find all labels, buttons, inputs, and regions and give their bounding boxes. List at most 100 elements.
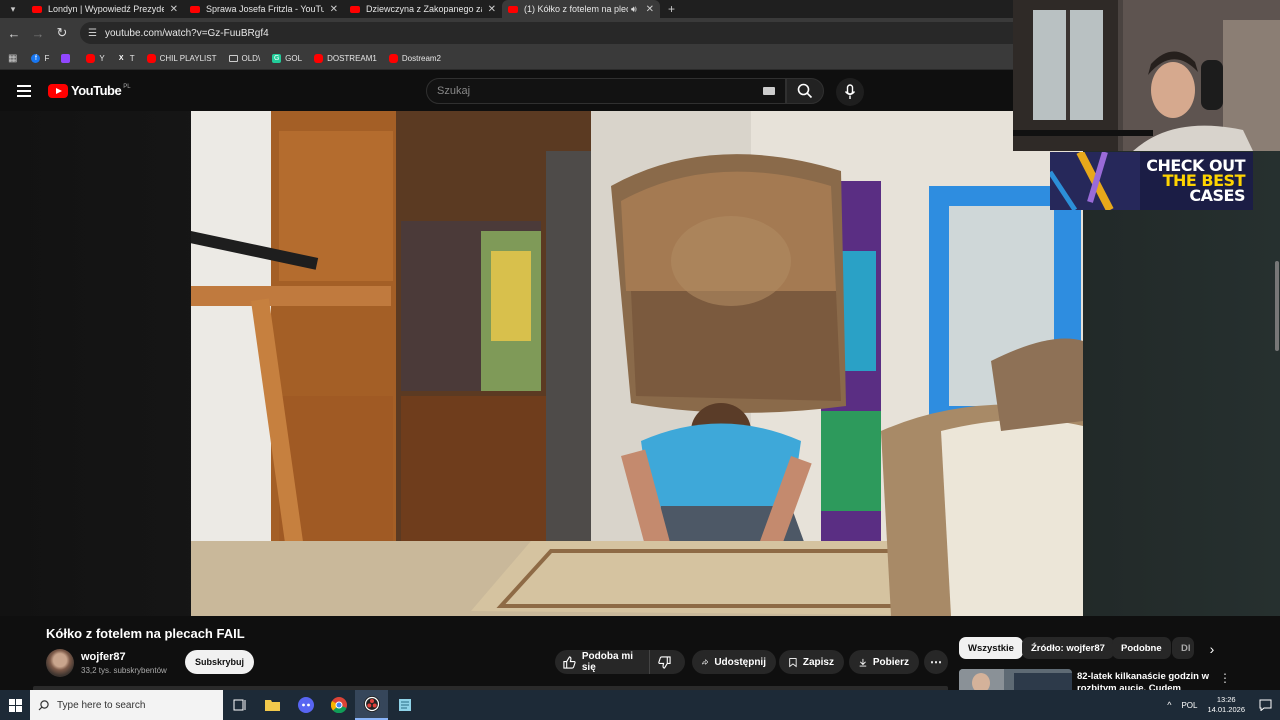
close-icon[interactable]: ✕	[170, 4, 178, 15]
language-indicator[interactable]: POL	[1181, 701, 1197, 710]
youtube-favicon-icon	[190, 5, 200, 13]
speaker-icon[interactable]: 🔊︎	[631, 4, 637, 15]
folder-icon	[265, 700, 280, 711]
bookmark-item[interactable]	[61, 54, 74, 63]
system-tray: ^ POL 13:26 14.01.2026	[1167, 690, 1280, 720]
tab-title: Sprawa Josefa Fritzla - YouTube	[206, 4, 324, 14]
obs-logo-icon	[363, 696, 380, 712]
bookmark-item[interactable]: DOSTREAM1	[314, 54, 377, 63]
chrome-icon[interactable]	[322, 690, 355, 720]
more-actions-icon[interactable]: ⋯	[924, 650, 948, 674]
obs-icon[interactable]	[355, 690, 388, 720]
discord-icon[interactable]	[289, 690, 322, 720]
new-tab-icon[interactable]: +	[668, 2, 675, 16]
tab-title: (1) Kółko z fotelem na plec	[524, 4, 628, 14]
chip-truncated[interactable]: Dl	[1172, 637, 1194, 659]
share-label: Udostępnij	[714, 656, 766, 668]
chevron-right-icon[interactable]: ›	[1203, 640, 1221, 658]
windows-start-icon[interactable]	[0, 690, 30, 720]
site-info-icon[interactable]: ☰	[88, 28, 97, 39]
chip-from-channel[interactable]: Źródło: wojfer87	[1022, 637, 1114, 659]
recommendation-title[interactable]: 82-latek kilkanaście godzin w rozbitym a…	[1077, 671, 1212, 691]
save-label: Zapisz	[802, 656, 834, 668]
youtube-icon	[146, 54, 156, 63]
search-icon	[797, 83, 813, 99]
address-bar[interactable]: ☰ youtube.com/watch?v=Gz-FuuBRgf4	[80, 22, 1090, 44]
bookmark-item[interactable]: CHIL PLAYLIST	[146, 54, 217, 63]
url-text: youtube.com/watch?v=Gz-FuuBRgf4	[104, 27, 269, 39]
screen: ▾ Londyn | Wypowiedź Prezydent ✕ Sprawa …	[0, 0, 1280, 720]
close-icon[interactable]: ✕	[646, 4, 654, 15]
bookmark-label: OLD\	[241, 54, 261, 63]
channel-avatar[interactable]	[46, 649, 74, 677]
tab-search-icon[interactable]: ▾	[0, 0, 26, 18]
bookmark-label: GOL	[285, 54, 303, 63]
video-player[interactable]	[191, 111, 1083, 616]
bookmark-item[interactable]: Dostream2	[388, 54, 441, 63]
notepad-icon[interactable]	[388, 690, 421, 720]
chevron-up-icon[interactable]: ^	[1167, 700, 1171, 710]
more-vert-icon[interactable]: ⋮	[1219, 671, 1231, 685]
search-button[interactable]	[786, 78, 824, 104]
search-input[interactable]: Szukaj	[426, 78, 786, 104]
like-button[interactable]: Podoba mi się	[555, 650, 650, 674]
reload-icon[interactable]: ↻	[50, 21, 74, 45]
youtube-icon	[314, 54, 324, 63]
youtube-icon	[86, 54, 96, 63]
bookmark-item[interactable]: fF	[31, 54, 49, 63]
bookmark-label: CHIL PLAYLIST	[159, 54, 217, 63]
chrome-logo-icon	[330, 697, 347, 713]
forward-arrow-icon[interactable]: →	[26, 21, 50, 45]
youtube-logo[interactable]: YouTube PL	[48, 83, 131, 98]
youtube-favicon-icon	[350, 5, 360, 13]
close-icon[interactable]: ✕	[330, 4, 338, 15]
download-label: Pobierz	[872, 656, 909, 668]
bookmark-label: Dostream2	[401, 54, 441, 63]
close-icon[interactable]: ✕	[488, 4, 496, 15]
page-scrollbar[interactable]	[1275, 261, 1279, 351]
keyboard-icon[interactable]	[763, 87, 775, 95]
clock-date: 14.01.2026	[1207, 705, 1245, 714]
clock[interactable]: 13:26 14.01.2026	[1207, 695, 1245, 715]
dislike-button[interactable]	[650, 655, 685, 669]
x-icon: X	[118, 55, 124, 62]
browser-tab-active[interactable]: (1) Kółko z fotelem na plec 🔊︎ ✕	[502, 0, 660, 18]
subscribe-button[interactable]: Subskrybuj	[185, 650, 254, 674]
download-icon	[859, 658, 867, 667]
thumbnail-image	[959, 669, 1072, 691]
video-title: Kółko z fotelem na plecach FAIL	[46, 626, 245, 641]
voice-search-button[interactable]	[836, 78, 864, 106]
chip-related[interactable]: Podobne	[1112, 637, 1171, 659]
back-arrow-icon[interactable]: ←	[2, 21, 26, 45]
share-button[interactable]: Udostępnij	[692, 650, 776, 674]
hamburger-menu-icon[interactable]	[17, 85, 31, 97]
bookmark-icon	[789, 657, 797, 667]
bookmark-item[interactable]: G GOL	[272, 54, 302, 63]
promo-banner-overlay: CHECK OUT THE BEST CASES	[1050, 152, 1253, 210]
apps-grid-icon[interactable]: ▦	[8, 53, 17, 64]
chip-all[interactable]: Wszystkie	[959, 637, 1023, 659]
recommendation-thumbnail[interactable]	[959, 669, 1072, 691]
bookmark-folder[interactable]: OLD\	[228, 54, 261, 63]
tab-title: Dziewczyna z Zakopanego zag	[366, 4, 482, 14]
thumbs-down-icon	[658, 655, 671, 669]
bookmark-item[interactable]: XT	[117, 54, 135, 63]
task-view-icon[interactable]	[223, 690, 256, 720]
save-button[interactable]: Zapisz	[779, 650, 844, 674]
bookmark-item[interactable]: Y	[86, 54, 105, 63]
browser-tab[interactable]: Sprawa Josefa Fritzla - YouTube ✕	[184, 0, 344, 18]
channel-name[interactable]: wojfer87	[81, 651, 126, 663]
taskbar-search-input[interactable]: Type here to search	[30, 690, 223, 720]
facebook-icon: f	[31, 54, 41, 63]
bookmark-label: DOSTREAM1	[327, 54, 377, 63]
download-button[interactable]: Pobierz	[849, 650, 919, 674]
notification-icon[interactable]	[1259, 699, 1272, 711]
browser-tab[interactable]: Londyn | Wypowiedź Prezydent ✕	[26, 0, 184, 18]
bookmark-label: Y	[99, 54, 105, 63]
file-explorer-icon[interactable]	[256, 690, 289, 720]
browser-tab[interactable]: Dziewczyna z Zakopanego zag ✕	[344, 0, 502, 18]
youtube-favicon-icon	[32, 5, 42, 13]
webcam-image	[1013, 0, 1280, 151]
windows-taskbar: Type here to search ^ POL 13:26 14.01.20…	[0, 690, 1280, 720]
tab-title: Londyn | Wypowiedź Prezydent	[48, 4, 164, 14]
